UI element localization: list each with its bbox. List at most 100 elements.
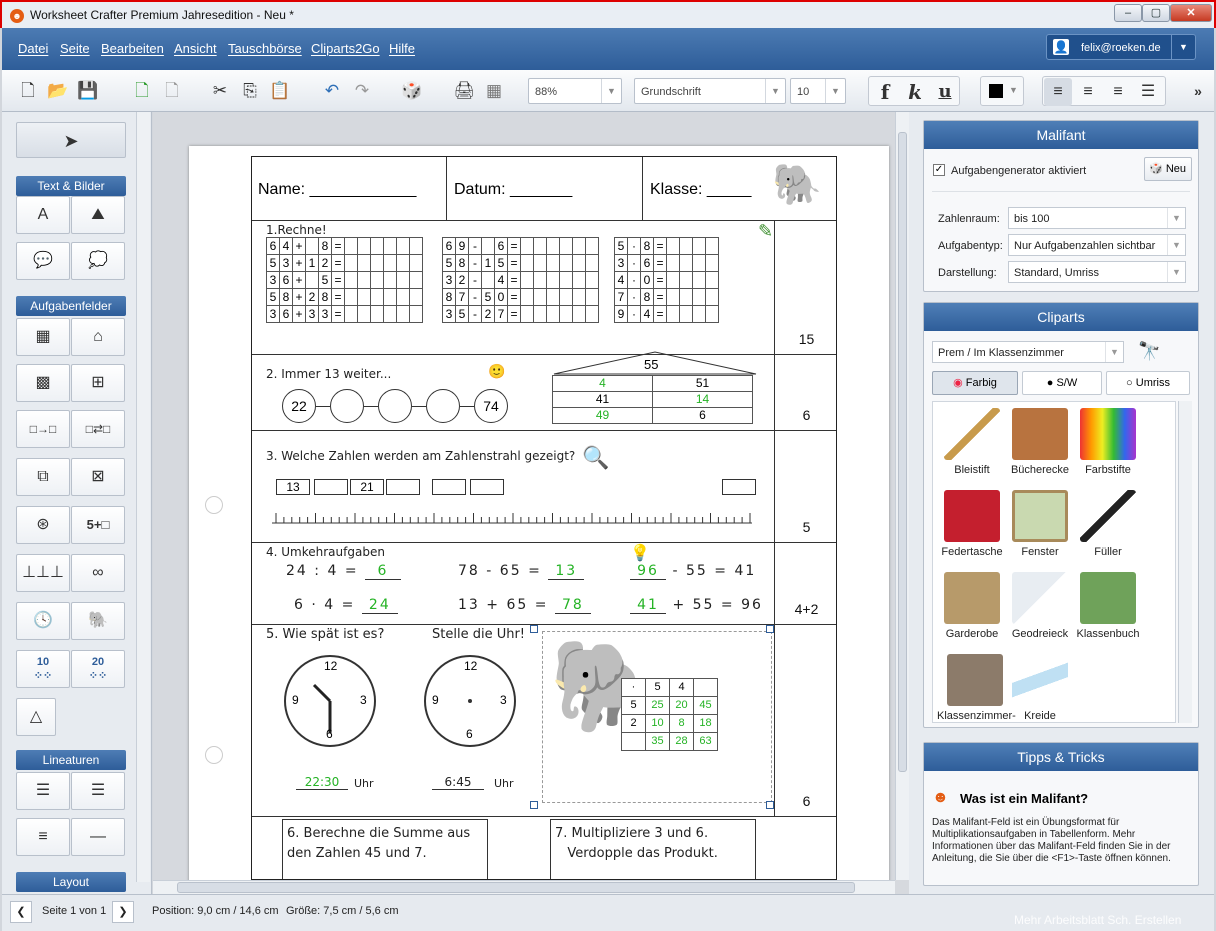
lines-4-icon[interactable]: —	[71, 818, 125, 856]
menu-tauschboerse[interactable]: Tauschbörse	[228, 41, 302, 56]
task-7[interactable]: 7. Multipliziere 3 und 6. Verdopple das …	[550, 819, 756, 879]
grid-cell[interactable]	[357, 254, 371, 272]
house-cell[interactable]: 6	[652, 407, 753, 424]
geometry-icon[interactable]: △	[16, 698, 56, 736]
calc-cross-icon[interactable]: ⊠	[71, 458, 125, 496]
paste-icon[interactable]: 📋	[266, 77, 294, 105]
grid-cell[interactable]: 7	[455, 288, 469, 306]
more-tools-button[interactable]: »	[1184, 77, 1212, 105]
grid-cell[interactable]	[705, 288, 719, 306]
malifant-cell[interactable]: 25	[645, 696, 670, 715]
malifant-cell[interactable]: 20	[669, 696, 694, 715]
tab-umriss[interactable]: ○ Umriss	[1106, 371, 1190, 395]
grid-cell[interactable]: 5	[266, 254, 280, 272]
section-layout[interactable]: Layout	[16, 872, 126, 892]
clock-icon[interactable]: 🕓	[16, 602, 70, 640]
thought-bubble-icon[interactable]: 💭	[71, 242, 125, 280]
grid-cell[interactable]: -	[468, 305, 482, 323]
menu-bearbeiten[interactable]: Bearbeiten	[101, 41, 164, 56]
grid-cell[interactable]	[585, 288, 599, 306]
grid-cell[interactable]	[666, 305, 680, 323]
grid-cell[interactable]: -	[468, 254, 482, 272]
clipart-klassenbuch[interactable]: Klassenbuch	[1073, 572, 1143, 640]
grid-cell[interactable]: 1	[481, 254, 495, 272]
section-text-bilder[interactable]: Text & Bilder	[16, 176, 126, 196]
grid-cell[interactable]: 6	[279, 305, 293, 323]
grid-cell[interactable]: 6	[279, 271, 293, 289]
grid-cell[interactable]: =	[507, 237, 521, 255]
malifant-table[interactable]: · 5 4 5 25 20 45 2 10 8 18 35 28 63	[621, 678, 718, 751]
number-line-box[interactable]: 21	[350, 479, 384, 495]
grid-cell[interactable]	[679, 305, 693, 323]
grid-cell[interactable]: 8	[442, 288, 456, 306]
print-icon[interactable]: 🖨	[450, 77, 478, 105]
grid-cell[interactable]: 5	[494, 254, 508, 272]
clipart-klassenzimmer-pc[interactable]: Klassenzimmer-PC	[937, 654, 1016, 722]
number-chain-icon[interactable]: ∞	[71, 554, 125, 592]
text-color-picker[interactable]: ▼	[980, 76, 1024, 106]
grid-cell[interactable]	[546, 254, 560, 272]
grid-cell[interactable]: =	[507, 271, 521, 289]
grid-cell[interactable]	[585, 305, 599, 323]
malifant-cell[interactable]: 45	[693, 696, 718, 715]
italic-button[interactable]: k	[901, 78, 929, 106]
grid-cell[interactable]	[572, 237, 586, 255]
clipart-kreide[interactable]: Kreide	[1005, 654, 1075, 722]
number-line-icon[interactable]: ⊥⊥⊥	[16, 554, 70, 592]
grid-cell[interactable]: 4	[640, 305, 654, 323]
resize-handle[interactable]	[766, 801, 774, 809]
grid-cell[interactable]	[357, 271, 371, 289]
save-icon[interactable]: 💾	[74, 77, 102, 105]
grid-cell[interactable]	[679, 237, 693, 255]
grid-cell[interactable]	[370, 305, 384, 323]
grid-cell[interactable]	[585, 254, 599, 272]
grid-cell[interactable]: =	[331, 288, 345, 306]
resize-handle[interactable]	[766, 625, 774, 633]
grid-cell[interactable]	[546, 271, 560, 289]
section-aufgabenfelder[interactable]: Aufgabenfelder	[16, 296, 126, 316]
pointer-tool-icon[interactable]: ➤	[16, 122, 126, 158]
grid-cell[interactable]	[679, 288, 693, 306]
grid-cell[interactable]	[572, 305, 586, 323]
grid-cell[interactable]: ·	[627, 305, 641, 323]
grid-cell[interactable]: 5	[318, 271, 332, 289]
grid-cell[interactable]	[383, 271, 397, 289]
reverse-task-5[interactable]: 96 - 55 = 41	[630, 563, 756, 580]
time-2[interactable]: 6:45	[432, 775, 484, 790]
font-select[interactable]: Grundschrift ▼	[634, 78, 786, 104]
calc-wheel-icon[interactable]: ⊛	[16, 506, 70, 544]
clipart-fueller[interactable]: Füller	[1073, 490, 1143, 558]
grid-cell[interactable]: 8	[455, 254, 469, 272]
grid-cell[interactable]: =	[653, 271, 667, 289]
task-5[interactable]: 5. Wie spät ist es? Stelle die Uhr! 12 3 6…	[252, 625, 836, 817]
tab-farbig[interactable]: ◉ Farbig	[932, 371, 1018, 395]
speech-bubble-icon[interactable]: 💬	[16, 242, 70, 280]
grid-cell[interactable]	[409, 254, 423, 272]
page-view-icon[interactable]: ▦	[480, 77, 508, 105]
operator-chain-icon[interactable]: □⇄□	[71, 410, 125, 448]
grid-cell[interactable]	[520, 271, 534, 289]
grid-cell[interactable]: +	[292, 237, 306, 255]
grid-cell[interactable]	[692, 305, 706, 323]
grid-cell[interactable]: ·	[627, 237, 641, 255]
grid-cell[interactable]: 5	[481, 288, 495, 306]
malifant-cell[interactable]: 5	[621, 696, 646, 715]
grid-cell[interactable]: 3	[305, 305, 319, 323]
table-icon[interactable]: ⊞	[71, 364, 125, 402]
clipart-buecherecke[interactable]: Bücherecke	[1005, 408, 1075, 476]
redo-icon[interactable]: ↷	[348, 77, 376, 105]
grid-cell[interactable]	[705, 254, 719, 272]
grid-cell[interactable]: 6	[442, 237, 456, 255]
grid-cell[interactable]	[520, 254, 534, 272]
number-line-box[interactable]	[386, 479, 420, 495]
font-size-select[interactable]: 10 ▼	[790, 78, 846, 104]
grid-cell[interactable]: +	[292, 271, 306, 289]
grid-cell[interactable]: =	[331, 254, 345, 272]
clipart-farbstifte[interactable]: Farbstifte	[1073, 408, 1143, 476]
grid-cell[interactable]	[344, 288, 358, 306]
grid-cell[interactable]	[705, 271, 719, 289]
grid-cell[interactable]	[533, 271, 547, 289]
calc-tree-icon[interactable]: ⧉	[16, 458, 70, 496]
grid-cell[interactable]	[585, 237, 599, 255]
grid-cell[interactable]: 2	[455, 271, 469, 289]
